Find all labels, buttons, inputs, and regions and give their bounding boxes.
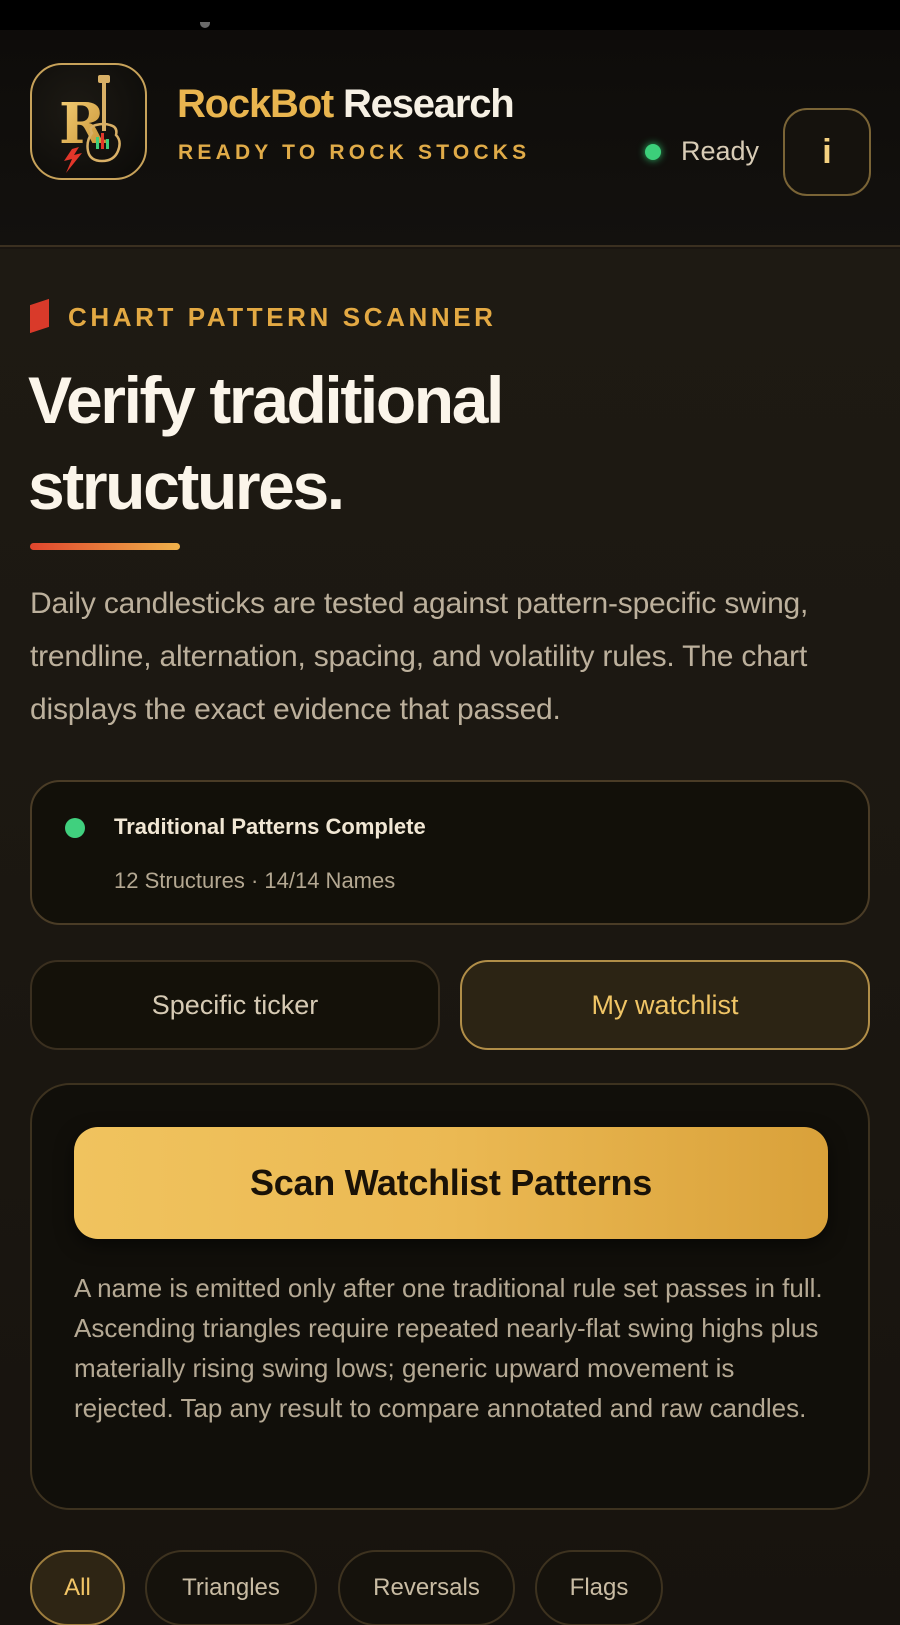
- logo-artwork: R: [59, 75, 121, 173]
- scan-status-title: Traditional Patterns Complete: [114, 814, 426, 839]
- guitar-logo-icon: R: [30, 63, 147, 180]
- page-title-line-1: Verify traditional: [28, 363, 504, 437]
- app-tagline: READY TO ROCK STOCKS: [178, 141, 531, 164]
- title-accent-divider: [30, 543, 180, 550]
- connection-status: Ready: [681, 136, 760, 166]
- filter-chip-all[interactable]: All: [30, 1550, 125, 1625]
- status-dot-icon: [645, 144, 661, 160]
- scan-description: A name is emitted only after one traditi…: [74, 1273, 823, 1423]
- app-title: RockBot Research: [177, 82, 515, 127]
- camera-cutout-icon: [200, 22, 210, 28]
- scan-status-meta: 12 Structures · 14/14 Names: [114, 868, 396, 893]
- brand-word-research: Research: [342, 82, 515, 126]
- status-dot-icon: [65, 818, 85, 838]
- section-eyebrow: CHART PATTERN SCANNER: [68, 302, 497, 332]
- page-title: Verify traditional structures.: [28, 357, 848, 529]
- scan-status-card: Traditional Patterns Complete 12 Structu…: [30, 780, 870, 925]
- scan-panel: Scan Watchlist Patterns A name is emitte…: [30, 1083, 870, 1510]
- filter-chip-triangles[interactable]: Triangles: [145, 1550, 317, 1625]
- mode-specific-ticker-button[interactable]: Specific ticker: [30, 960, 440, 1050]
- brand-word-rockbot: RockBot: [177, 82, 334, 126]
- scan-watchlist-button[interactable]: Scan Watchlist Patterns: [74, 1127, 828, 1239]
- filter-chip-flags[interactable]: Flags: [535, 1550, 663, 1625]
- system-status-bar: [0, 0, 900, 30]
- page-title-line-2: structures.: [28, 449, 345, 523]
- filter-chip-reversals[interactable]: Reversals: [338, 1550, 515, 1625]
- info-button[interactable]: i: [783, 108, 871, 196]
- mode-watchlist-button[interactable]: My watchlist: [460, 960, 870, 1050]
- intro-text: Daily candlesticks are tested against pa…: [30, 587, 809, 726]
